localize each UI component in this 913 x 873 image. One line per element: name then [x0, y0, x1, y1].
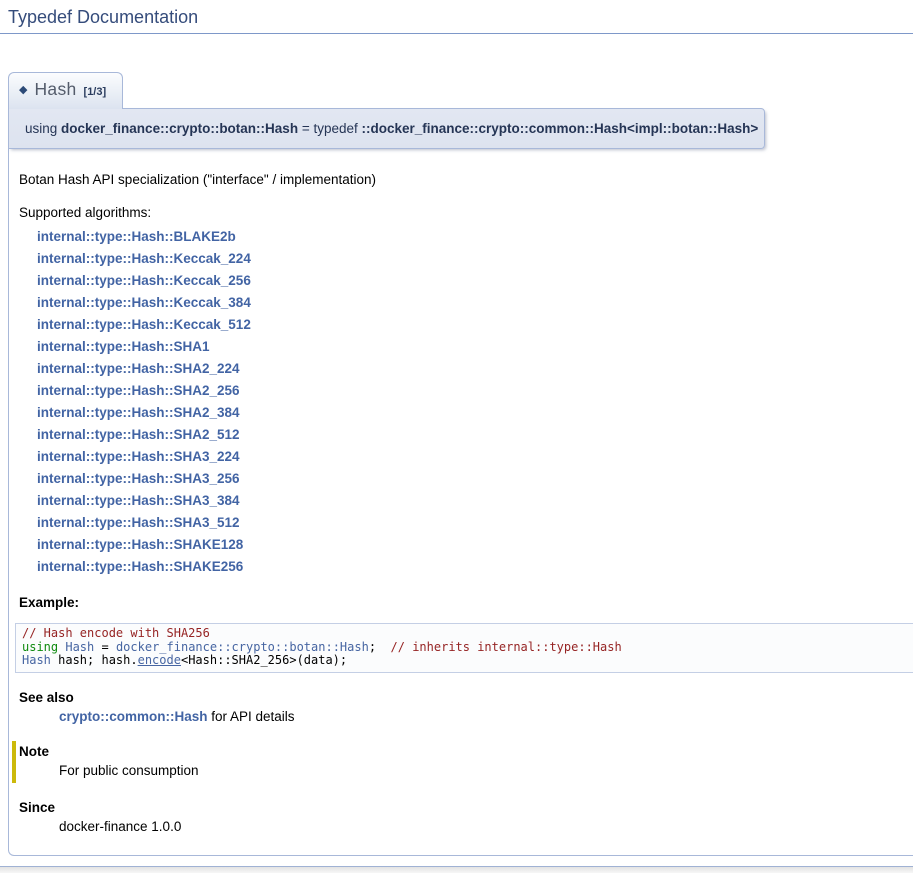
since-label: Since — [19, 799, 902, 816]
code-link-encode[interactable]: encode — [138, 653, 181, 667]
member-item: using docker_finance::crypto::botan::Has… — [8, 108, 913, 856]
example-label: Example: — [19, 594, 902, 611]
note-text: For public consumption — [59, 762, 902, 779]
algorithm-link[interactable]: internal::type::Hash::Keccak_256 — [37, 270, 902, 292]
code-comment: // inherits internal::type::Hash — [391, 640, 622, 654]
algorithm-link[interactable]: internal::type::Hash::SHA2_384 — [37, 402, 902, 424]
anchor-diamond-icon[interactable]: ◆ — [19, 84, 27, 96]
member-documentation: Botan Hash API specialization ("interfac… — [8, 149, 913, 856]
algorithm-link[interactable]: internal::type::Hash::BLAKE2b — [37, 226, 902, 248]
code-line: Hash hash; hash.encode<Hash::SHA2_256>(d… — [22, 654, 913, 668]
algorithm-link[interactable]: internal::type::Hash::SHAKE256 — [37, 556, 902, 578]
member-description: Botan Hash API specialization ("interfac… — [19, 171, 902, 188]
since-text: docker-finance 1.0.0 — [59, 818, 902, 835]
algorithm-link[interactable]: internal::type::Hash::SHA2_224 — [37, 358, 902, 380]
proto-using-keyword: using — [25, 121, 61, 136]
member-overload-index: [1/3] — [84, 86, 107, 98]
see-also-link[interactable]: crypto::common::Hash — [59, 708, 208, 725]
algorithm-link[interactable]: internal::type::Hash::SHA3_512 — [37, 512, 902, 534]
algorithm-link[interactable]: internal::type::Hash::Keccak_384 — [37, 292, 902, 314]
code-line: using Hash = docker_finance::crypto::bot… — [22, 641, 913, 655]
algorithms-label: Supported algorithms: — [19, 204, 902, 221]
code-text: = — [94, 640, 116, 654]
member-prototype: using docker_finance::crypto::botan::Has… — [8, 108, 765, 149]
algorithm-link[interactable]: internal::type::Hash::SHA2_512 — [37, 424, 902, 446]
code-text: <Hash::SHA2_256>(data); — [181, 653, 347, 667]
proto-target-type-link[interactable]: ::docker_finance::crypto::common::Hash<i… — [361, 121, 758, 136]
note-section: Note For public consumption — [12, 741, 902, 783]
see-also-section: See also crypto::common::Hash for API de… — [19, 689, 902, 725]
see-also-label: See also — [19, 689, 902, 706]
code-text: ; — [369, 640, 391, 654]
code-block: // Hash encode with SHA256 using Hash = … — [15, 623, 913, 673]
algorithm-link[interactable]: internal::type::Hash::Keccak_224 — [37, 248, 902, 270]
since-section: Since docker-finance 1.0.0 — [19, 799, 902, 835]
code-line: // Hash encode with SHA256 — [22, 627, 913, 641]
algorithm-link[interactable]: internal::type::Hash::SHA3_224 — [37, 446, 902, 468]
algorithm-link[interactable]: internal::type::Hash::SHAKE128 — [37, 534, 902, 556]
code-link-hash[interactable]: Hash — [22, 653, 51, 667]
member-title: Hash — [34, 79, 76, 99]
algorithm-link[interactable]: internal::type::Hash::Keccak_512 — [37, 314, 902, 336]
proto-equals-typedef: = typedef — [298, 121, 361, 136]
member-title-tab: ◆ Hash [1/3] — [8, 72, 123, 109]
code-text: hash; hash. — [51, 653, 138, 667]
algorithm-list: internal::type::Hash::BLAKE2b internal::… — [37, 226, 902, 578]
algorithm-link[interactable]: internal::type::Hash::SHA3_384 — [37, 490, 902, 512]
see-also-content: crypto::common::Hash for API details — [59, 708, 902, 725]
code-link-botan-hash[interactable]: docker_finance::crypto::botan::Hash — [116, 640, 369, 654]
code-comment: // Hash encode with SHA256 — [22, 626, 210, 640]
algorithm-link[interactable]: internal::type::Hash::SHA3_256 — [37, 468, 902, 490]
page-title: Typedef Documentation — [0, 0, 913, 34]
algorithm-link[interactable]: internal::type::Hash::SHA2_256 — [37, 380, 902, 402]
typedef-doc-section: ◆Hash[1/3] using docker_finance::crypto:… — [8, 72, 913, 856]
code-keyword: using — [22, 640, 58, 654]
example-section: Example: — [19, 594, 902, 611]
note-label: Note — [19, 743, 902, 760]
see-also-suffix: for API details — [208, 709, 295, 724]
code-link-hash[interactable]: Hash — [65, 640, 94, 654]
footer-divider — [0, 866, 913, 873]
algorithm-link[interactable]: internal::type::Hash::SHA1 — [37, 336, 902, 358]
proto-member-name: docker_finance::crypto::botan::Hash — [61, 121, 298, 136]
